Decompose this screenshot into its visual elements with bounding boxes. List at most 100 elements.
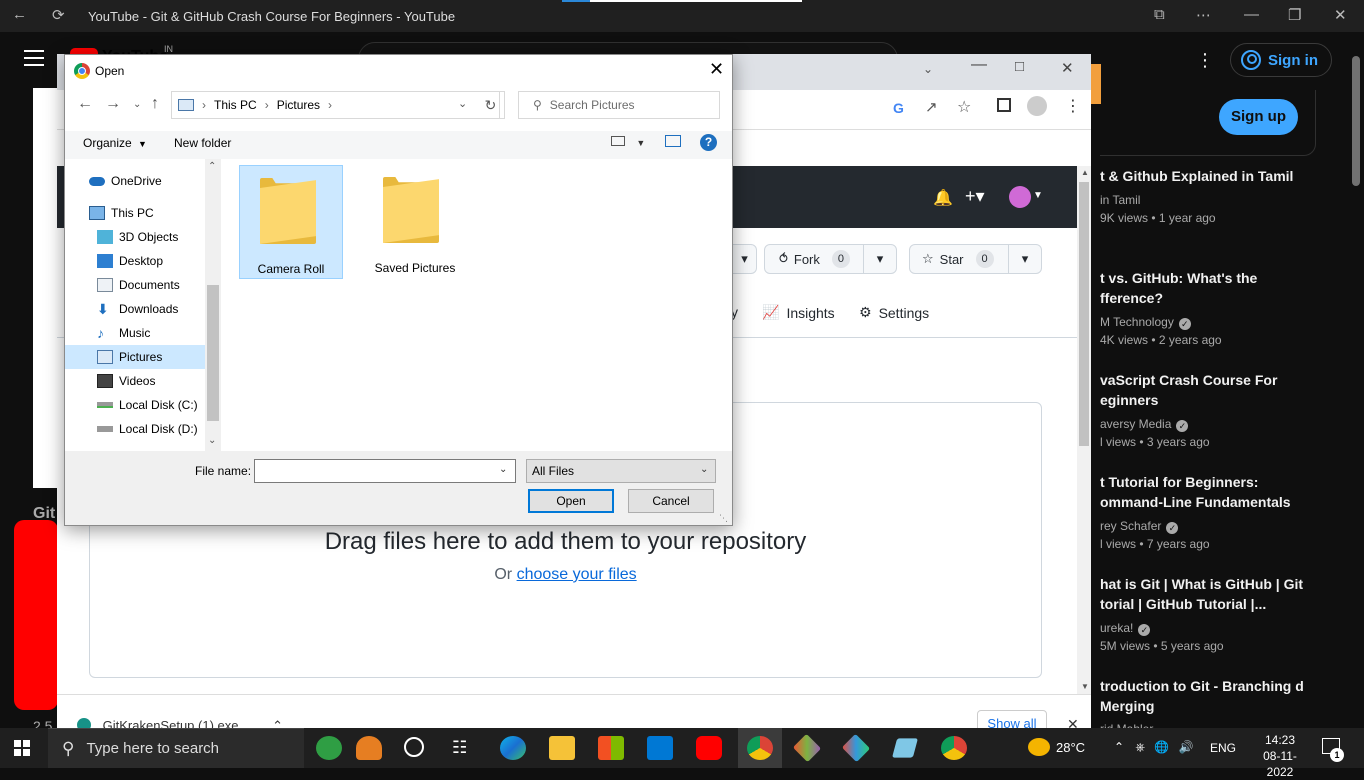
dialog-close-icon[interactable]: ✕ xyxy=(709,59,724,80)
chevron-up-icon[interactable]: ⌃ xyxy=(1114,740,1124,754)
language-indicator[interactable]: ENG xyxy=(1210,741,1236,755)
refresh-icon[interactable]: ⟳ xyxy=(52,6,65,24)
rec-channel[interactable]: ureka! ✓ xyxy=(1100,621,1151,636)
bookmark-star-icon[interactable]: ☆ xyxy=(957,97,971,117)
restore-icon[interactable]: ❐ xyxy=(1288,6,1301,24)
folder-camera-roll[interactable]: Camera Roll xyxy=(239,165,343,279)
tab-settings[interactable]: ⚙ Settings xyxy=(859,304,929,321)
address-history-icon[interactable]: ⌄ xyxy=(458,97,467,110)
google-lens-icon[interactable]: G xyxy=(893,100,904,116)
edge-icon[interactable] xyxy=(500,736,526,760)
scroll-up-icon[interactable]: ▲ xyxy=(1081,168,1089,177)
rec-title[interactable]: troduction to Git - Branching d Merging xyxy=(1100,676,1315,716)
notepad-icon[interactable] xyxy=(892,738,918,758)
tab-insights[interactable]: 📈 Insights xyxy=(762,304,835,321)
file-type-select[interactable]: All Files xyxy=(526,459,716,483)
nav-item-onedrive[interactable]: OneDrive xyxy=(65,169,205,193)
page-scrollbar[interactable] xyxy=(1352,56,1360,186)
chevron-down-icon[interactable]: ⌄ xyxy=(499,464,507,475)
nav-item-local-disk-c[interactable]: Local Disk (C:) xyxy=(65,393,205,417)
peacock-feather-icon[interactable] xyxy=(316,736,342,760)
clock[interactable]: 14:23 08-11-2022 xyxy=(1250,732,1310,780)
show-all-button[interactable]: Show all xyxy=(977,710,1047,728)
resize-grip-icon[interactable]: ⋱ xyxy=(719,513,728,524)
side-panel-icon[interactable] xyxy=(997,98,1011,112)
folder-saved-pictures[interactable]: Saved Pictures xyxy=(363,165,467,279)
taskbar-search-box[interactable]: ⚲ Type here to search xyxy=(48,728,304,768)
avatar-dropdown-icon[interactable]: ▼ xyxy=(1033,190,1043,201)
notifications-bell-icon[interactable]: 🔔 xyxy=(933,188,953,208)
rec-title[interactable]: t Tutorial for Beginners: ommand-Line Fu… xyxy=(1100,472,1315,512)
scroll-up-icon[interactable]: ⌃ xyxy=(208,161,216,172)
tab-search-icon[interactable]: ⌄ xyxy=(923,62,933,76)
cortana-icon[interactable] xyxy=(404,737,424,757)
chrome-icon[interactable] xyxy=(747,736,773,760)
menu-icon[interactable] xyxy=(24,50,44,71)
chrome-scrollbar-thumb[interactable] xyxy=(1079,182,1089,446)
file-explorer-icon[interactable] xyxy=(549,736,575,760)
diya-lamp-icon[interactable] xyxy=(356,736,382,760)
watch-dropdown-button[interactable]: ▾ xyxy=(733,244,757,274)
sign-in-button[interactable]: Sign in xyxy=(1230,43,1332,77)
nav-item-3d-objects[interactable]: 3D Objects xyxy=(65,225,205,249)
scroll-down-icon[interactable]: ⌄ xyxy=(208,435,216,446)
download-item[interactable]: GitKrakenSetup (1).exe ⌃ xyxy=(77,718,283,728)
nav-pane-scrollbar-thumb[interactable] xyxy=(207,285,219,421)
rec-title[interactable]: hat is Git | What is GitHub | Git torial… xyxy=(1100,574,1315,614)
cancel-button[interactable]: Cancel xyxy=(628,489,714,513)
task-view-icon[interactable]: ☷ xyxy=(452,738,467,758)
nav-item-this-pc[interactable]: This PC xyxy=(65,201,205,225)
back-arrow-icon[interactable]: ← xyxy=(77,95,93,113)
choose-files-link[interactable]: choose your files xyxy=(517,566,637,583)
fork-button[interactable]: ⥀ Fork 0 xyxy=(764,244,864,274)
settings-kebab-icon[interactable]: ⋮ xyxy=(1196,50,1214,71)
rec-title[interactable]: vaScript Crash Course For eginners xyxy=(1100,370,1315,410)
rec-channel[interactable]: rey Schafer ✓ xyxy=(1100,519,1179,534)
mail-icon[interactable] xyxy=(647,736,673,760)
microsoft-store-icon[interactable] xyxy=(598,736,624,760)
split-view-icon[interactable]: ⧉ xyxy=(1154,6,1165,23)
rec-channel[interactable]: aversy Media ✓ xyxy=(1100,417,1189,432)
recent-locations-icon[interactable]: ⌄ xyxy=(133,99,141,110)
chrome-menu-icon[interactable]: ⋮ xyxy=(1065,96,1081,116)
volume-icon[interactable]: 🔊 xyxy=(1179,740,1194,754)
nav-item-desktop[interactable]: Desktop xyxy=(65,249,205,273)
breadcrumb-pictures[interactable]: Pictures xyxy=(277,98,320,112)
new-folder-button[interactable]: New folder xyxy=(174,136,231,150)
rec-channel[interactable]: M Technology ✓ xyxy=(1100,315,1191,330)
close-icon[interactable]: ✕ xyxy=(1334,6,1347,24)
chevron-up-icon[interactable]: ⌃ xyxy=(272,718,283,728)
network-icon[interactable]: ⎈ xyxy=(1135,740,1145,754)
user-avatar[interactable] xyxy=(1009,186,1031,208)
chrome-maximize-icon[interactable]: □ xyxy=(1015,58,1024,75)
rec-channel[interactable]: in Tamil xyxy=(1100,193,1140,207)
weather-widget[interactable]: 28°C xyxy=(1028,738,1085,756)
minimize-icon[interactable]: — xyxy=(1244,6,1259,23)
nav-item-pictures[interactable]: Pictures xyxy=(65,345,205,369)
close-shelf-icon[interactable]: ✕ xyxy=(1067,716,1079,728)
git-gui-icon[interactable] xyxy=(792,733,822,763)
git-extension-icon[interactable] xyxy=(841,733,871,763)
youtube-app-icon[interactable] xyxy=(696,736,722,760)
up-arrow-icon[interactable]: ↑ xyxy=(151,95,159,113)
search-input[interactable]: ⚲ Search Pictures xyxy=(518,91,720,119)
windows-start-icon[interactable] xyxy=(14,740,30,756)
chrome-minimize-icon[interactable]: — xyxy=(971,56,987,74)
forward-arrow-icon[interactable]: → xyxy=(105,95,121,113)
open-button[interactable]: Open xyxy=(528,489,614,513)
help-icon[interactable]: ? xyxy=(700,134,717,151)
nav-item-downloads[interactable]: ⬇ Downloads xyxy=(65,297,205,321)
file-name-input[interactable] xyxy=(254,459,516,483)
breadcrumb-this-pc[interactable]: This PC xyxy=(214,98,257,112)
organize-button[interactable]: Organize ▼ xyxy=(83,136,147,150)
profile-icon[interactable] xyxy=(1027,96,1047,116)
back-arrow-icon[interactable]: ← xyxy=(12,6,27,23)
preview-pane-icon[interactable] xyxy=(665,135,681,147)
star-dropdown-button[interactable]: ▾ xyxy=(1008,244,1042,274)
nav-item-local-disk-d[interactable]: Local Disk (D:) xyxy=(65,417,205,441)
address-bar[interactable]: › This PC › Pictures › ⌄ xyxy=(171,91,500,119)
globe-icon[interactable]: 🌐 xyxy=(1154,740,1169,754)
chrome-close-icon[interactable]: ✕ xyxy=(1061,59,1074,77)
nav-item-videos[interactable]: Videos xyxy=(65,369,205,393)
nav-item-documents[interactable]: Documents xyxy=(65,273,205,297)
